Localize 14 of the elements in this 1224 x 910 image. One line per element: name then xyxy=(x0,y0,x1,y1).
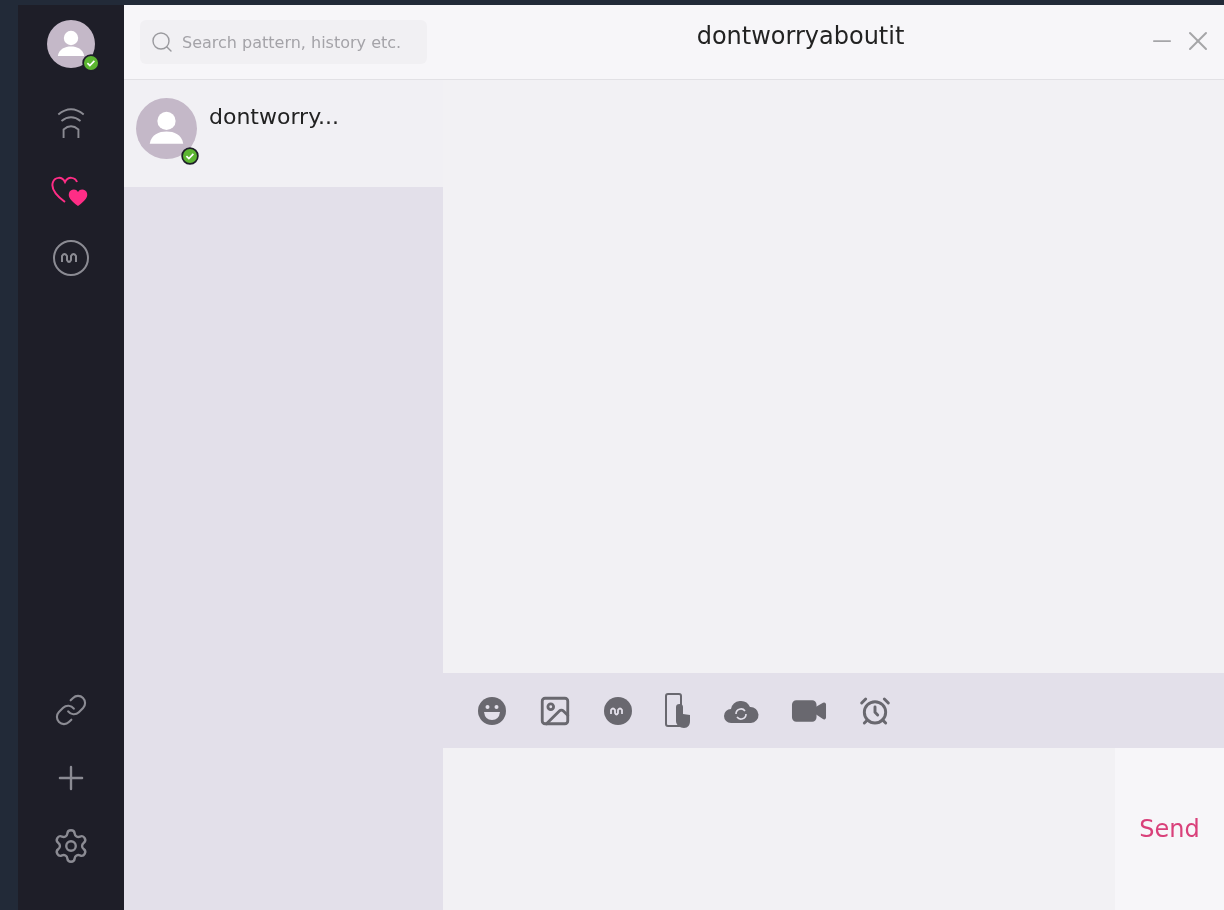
send-button[interactable]: Send xyxy=(1139,811,1200,847)
contact-item[interactable]: dontworry... xyxy=(124,80,443,187)
laughing-face-icon[interactable] xyxy=(477,695,507,726)
chat-title: dontworryaboutit xyxy=(695,21,906,52)
avatar-icon xyxy=(136,98,197,159)
search-field[interactable]: Search pattern, history etc. xyxy=(140,20,427,64)
phone-tap-icon[interactable] xyxy=(664,692,692,729)
avatar-icon xyxy=(47,20,95,68)
search-icon xyxy=(150,30,174,54)
alarm-clock-icon[interactable] xyxy=(859,694,891,727)
link-icon[interactable] xyxy=(54,693,88,727)
wave-icon[interactable] xyxy=(51,238,91,278)
wave-icon[interactable] xyxy=(603,695,633,726)
contact-name: dontworry... xyxy=(209,103,339,131)
